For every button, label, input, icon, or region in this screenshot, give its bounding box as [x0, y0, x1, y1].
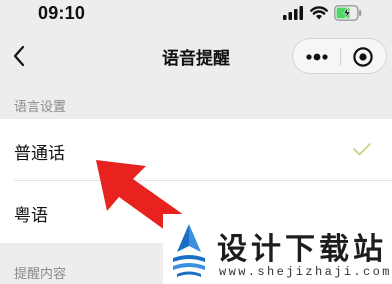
list-item-mandarin[interactable]: 普通话	[0, 119, 392, 181]
watermark-title: 设计下载站	[217, 232, 387, 267]
watermark-url: www.shejizhaji.com	[219, 265, 392, 279]
navigation-bar: 语音提醒	[0, 30, 392, 84]
watermark-logo-icon	[173, 224, 205, 277]
mini-program-capsule	[292, 38, 387, 74]
watermark: 设计下载站 www.shejizhaji.com	[163, 214, 392, 284]
capsule-divider	[340, 48, 341, 66]
wifi-icon	[310, 6, 328, 20]
section-header-language: 语言设置	[14, 99, 67, 114]
status-bar: 09:10	[0, 0, 392, 26]
screen: 09:10 语音提醒 语言设置 普通话 粤语 提醒内容 设计下载站 www.sh…	[0, 0, 392, 284]
battery-charging-icon	[334, 5, 362, 21]
more-icon[interactable]	[303, 49, 331, 65]
signal-icon	[283, 6, 303, 20]
section-header-reminder: 提醒内容	[14, 266, 67, 281]
list-item-label: 普通话	[14, 144, 65, 163]
check-icon	[353, 143, 371, 156]
close-icon[interactable]	[352, 46, 374, 68]
status-time: 09:10	[38, 3, 86, 23]
list-item-label: 粤语	[14, 206, 48, 225]
